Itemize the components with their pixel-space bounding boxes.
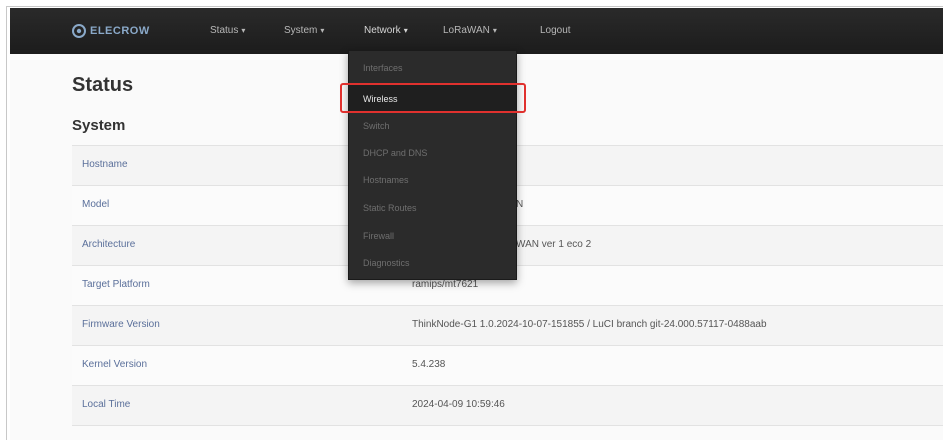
top-navbar: ELECROW Status ▾ System ▾ Network ▾ LoRaWAN… [10, 8, 943, 54]
row-label: Target Platform [82, 279, 150, 290]
nav-network[interactable]: Network ▾ [364, 25, 408, 36]
chevron-down-icon: ▾ [403, 26, 408, 35]
chevron-down-icon: ▾ [241, 26, 246, 35]
menu-item-firewall[interactable]: Firewall [349, 222, 516, 250]
brand-logo[interactable]: ELECROW [72, 23, 150, 39]
page-title: Status [72, 74, 134, 96]
nav-logout[interactable]: Logout [540, 25, 571, 36]
nav-lorawan-label: LoRaWAN [443, 25, 490, 36]
menu-item-switch[interactable]: Switch [349, 112, 516, 140]
nav-logout-label: Logout [540, 25, 571, 36]
row-label: Architecture [82, 239, 136, 250]
row-value: ramips/mt7621 [412, 279, 479, 290]
row-label: Model [82, 199, 110, 210]
row-value: ThinkNode-G1 1.0.2024-10-07-151855 / LuC… [412, 319, 767, 330]
row-label: Kernel Version [82, 359, 148, 370]
row-value: 2024-04-09 10:59:46 [412, 399, 505, 410]
nav-system-label: System [284, 25, 318, 36]
chevron-down-icon: ▾ [320, 26, 325, 35]
menu-item-interfaces[interactable]: Interfaces [349, 54, 516, 82]
menu-item-diagnostics[interactable]: Diagnostics [349, 249, 516, 277]
nav-status-label: Status [210, 25, 239, 36]
row-value: 5.4.238 [412, 359, 446, 370]
selection-highlight [340, 83, 526, 113]
nav-network-label: Network [364, 25, 401, 36]
menu-item-static-routes[interactable]: Static Routes [349, 194, 516, 222]
table-row: Kernel Version 5.4.238 [72, 346, 943, 386]
section-title: System [72, 117, 126, 134]
row-label: Hostname [82, 159, 128, 170]
nav-system[interactable]: System ▾ [284, 25, 324, 36]
row-value: WAN ver 1 eco 2 [516, 239, 592, 250]
nav-lorawan[interactable]: LoRaWAN ▾ [443, 25, 497, 36]
chevron-down-icon: ▾ [492, 26, 497, 35]
row-label: Firmware Version [82, 319, 160, 330]
table-row: Local Time 2024-04-09 10:59:46 [72, 386, 943, 426]
row-label: Local Time [82, 399, 131, 410]
row-value: N [516, 199, 524, 210]
brand-name: ELECROW [90, 25, 150, 37]
elecrow-logo-icon [72, 24, 86, 38]
table-row: Firmware Version ThinkNode-G1 1.0.2024-1… [72, 306, 943, 346]
menu-item-hostnames[interactable]: Hostnames [349, 166, 516, 194]
menu-item-dhcp-dns[interactable]: DHCP and DNS [349, 139, 516, 167]
nav-status[interactable]: Status ▾ [210, 25, 245, 36]
